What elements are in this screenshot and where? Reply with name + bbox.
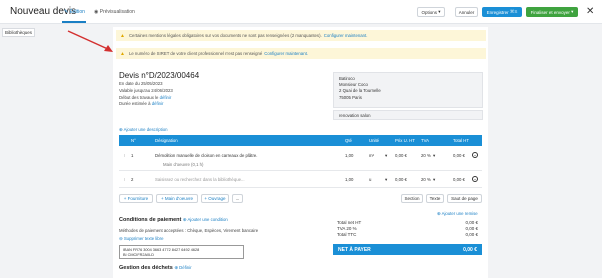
drag-handle-icon[interactable]: ⁝: [124, 177, 125, 183]
chevron-down-icon[interactable]: ▾: [385, 153, 387, 159]
quote-subject[interactable]: renovation salon: [333, 110, 483, 120]
more-icon[interactable]: ⌄: [472, 152, 478, 158]
net-value: 0,00 €: [463, 247, 477, 253]
row-tva[interactable]: 20 %: [421, 153, 431, 158]
row-unit[interactable]: u: [369, 177, 371, 182]
quote-date: En date du 25/05/2023: [119, 81, 163, 86]
bic-text: BI CMCIFR2A0LD: [123, 253, 155, 257]
totals-block: Total net HT 0,00 € TVA 20 % 0,00 € Total …: [333, 220, 482, 244]
payment-methods: Méthodes de paiement acceptées : Chèque,…: [119, 228, 259, 233]
table-row[interactable]: ⁝ 2 Saisissez ou recherchez dans la bibl…: [119, 174, 482, 187]
add-condition-link[interactable]: ⊕ Ajouter une condition: [183, 217, 228, 222]
payment-title-text: Conditions de paiement: [119, 217, 182, 223]
add-description-label: Ajouter une description: [123, 127, 168, 132]
row-designation-input[interactable]: Saisissez ou recherchez dans la biblioth…: [155, 177, 245, 182]
row-tva[interactable]: 20 %: [421, 177, 431, 182]
col-tva: TVA: [421, 138, 430, 143]
duration-label: Durée estimée à: [119, 101, 151, 106]
drag-handle-icon[interactable]: ⁝: [124, 153, 125, 159]
chevron-down-icon[interactable]: ▾: [385, 177, 387, 183]
add-page-break-button[interactable]: Saut de page: [447, 194, 482, 203]
add-work-button[interactable]: + Ouvrage: [201, 194, 229, 203]
add-labour-button[interactable]: + Main d'oeuvre: [156, 194, 198, 203]
row-num: 1: [131, 153, 134, 158]
waste-management-title: Gestion des déchets ⊕ Définir: [119, 265, 192, 271]
remove-free-text-link[interactable]: ⊖ Supprimer texte libre: [119, 236, 163, 242]
total-value: 0,00 €: [465, 232, 478, 237]
work-start-label: Début des travaux le: [119, 95, 159, 100]
add-section-button[interactable]: Section: [401, 194, 423, 203]
total-value: 0,00 €: [465, 220, 478, 225]
add-discount-label: Ajouter une remise: [441, 211, 478, 216]
row-subline: Main d'oeuvre (0,1 h): [163, 162, 204, 167]
payment-conditions-title: Conditions de paiement ⊕ Ajouter une con…: [119, 217, 228, 223]
client-card[interactable]: Batiroco Monsieur Coco 2 Quai de la Tour…: [333, 72, 483, 108]
col-unit: Unité: [369, 138, 380, 143]
row-designation[interactable]: Démolition manuelle de cloison en carrea…: [155, 153, 257, 158]
row-num: 2: [131, 177, 134, 182]
add-discount-link[interactable]: ⊕ Ajouter une remise: [437, 211, 478, 217]
col-num: N°: [131, 138, 136, 143]
remove-free-text-label: Supprimer texte libre: [123, 236, 164, 241]
divider: [119, 187, 482, 188]
add-text-button[interactable]: Texte: [426, 194, 444, 203]
bank-details-box[interactable]: IBAN FR76 3004 3663 4772 8427 6492 4628 …: [119, 245, 244, 259]
col-total: Total HT: [453, 138, 469, 143]
row-qty[interactable]: 1,00: [345, 153, 353, 158]
table-row[interactable]: ⁝ 1 Démolition manuelle de cloison en ca…: [119, 150, 482, 171]
define-start-link[interactable]: définir: [160, 95, 172, 100]
net-to-pay: NET À PAYER 0,00 €: [333, 244, 482, 255]
define-waste-label: Définir: [179, 265, 192, 270]
total-label: Total TTC: [337, 232, 357, 237]
chevron-down-icon[interactable]: ▾: [433, 177, 435, 183]
total-label: TVA 20 %: [337, 226, 357, 231]
add-condition-label: Ajouter une condition: [187, 217, 228, 222]
add-supply-button[interactable]: + Fourniture: [119, 194, 153, 203]
duration: Durée estimée à définir: [119, 101, 163, 106]
col-designation: Désignation: [155, 138, 178, 143]
define-duration-link[interactable]: définir: [152, 101, 164, 106]
work-start: Début des travaux le définir: [119, 95, 171, 100]
more-options-button[interactable]: ...: [232, 194, 243, 203]
plus-circle-icon: ⊕: [437, 211, 441, 216]
more-icon[interactable]: ⌄: [472, 176, 478, 182]
row-price[interactable]: 0,00 €: [395, 153, 407, 158]
client-city: 75005 Paris: [339, 94, 362, 100]
table-header: N° Désignation Qté Unité Prix U. HT TVA …: [119, 135, 482, 146]
plus-circle-icon: ⊕: [119, 127, 123, 132]
define-waste-link[interactable]: ⊕ Définir: [174, 265, 191, 270]
row-qty[interactable]: 1,00: [345, 177, 353, 182]
row-total: 0,00 €: [453, 153, 465, 158]
total-label: Total net HT: [337, 220, 362, 225]
quote-title: Devis n°D/2023/00464: [119, 71, 200, 80]
waste-title-text: Gestion des déchets: [119, 265, 173, 271]
net-label: NET À PAYER: [338, 247, 371, 253]
col-qty: Qté: [345, 138, 352, 143]
minus-circle-icon: ⊖: [119, 236, 123, 241]
total-value: 0,00 €: [465, 226, 478, 231]
chevron-down-icon[interactable]: ▾: [433, 153, 435, 159]
col-price: Prix U. HT: [395, 138, 415, 143]
add-description-link[interactable]: ⊕ Ajouter une description: [119, 127, 168, 133]
row-total: 0,00 €: [453, 177, 465, 182]
quote-validity: Valable jusqu'au 24/06/2023: [119, 88, 173, 93]
row-unit[interactable]: m²: [369, 153, 374, 158]
row-price[interactable]: 0,00 €: [395, 177, 407, 182]
